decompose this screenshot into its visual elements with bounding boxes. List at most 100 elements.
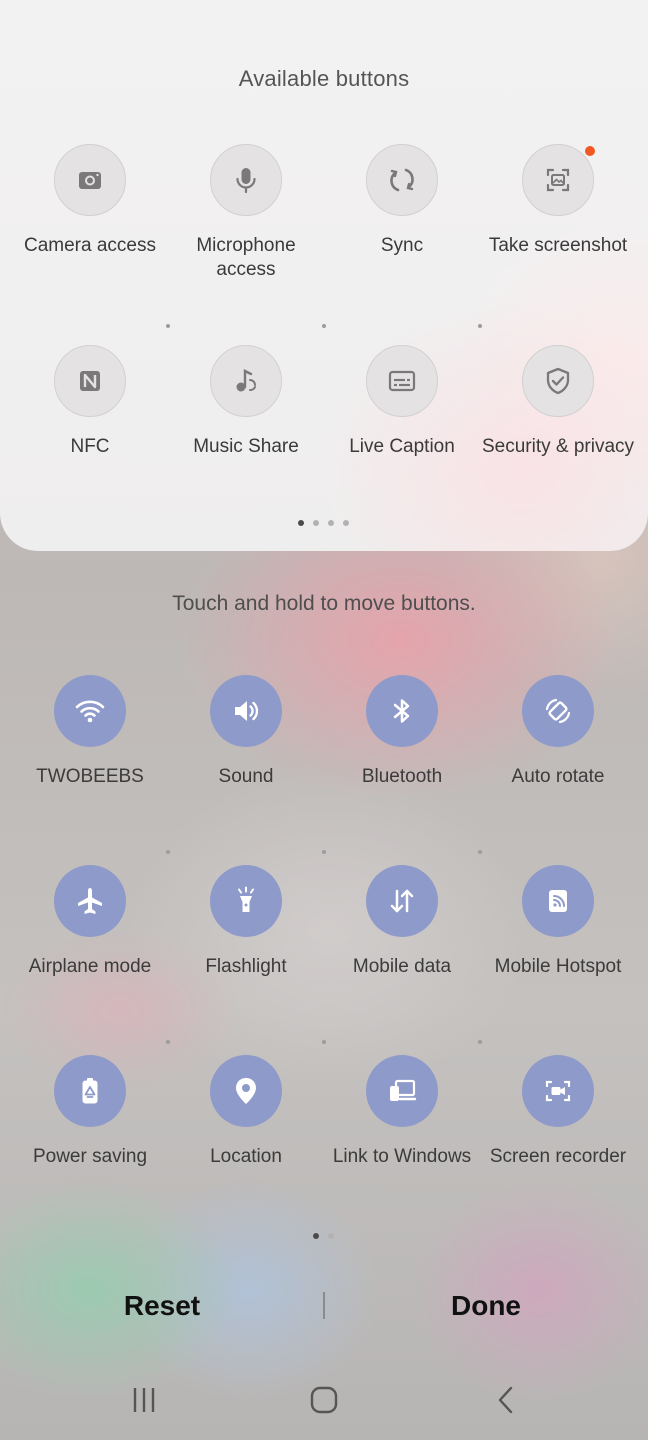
tile-wifi[interactable]: TWOBEEBS: [12, 675, 168, 789]
tile-label: Bluetooth: [361, 766, 443, 787]
power-saving-icon: [82, 1078, 98, 1104]
grid-separator: [322, 324, 326, 328]
home-icon: [310, 1386, 338, 1414]
tile-auto-rotate[interactable]: Auto rotate: [480, 675, 636, 789]
tile-power-saving[interactable]: Power saving: [12, 1055, 168, 1169]
page-dot[interactable]: [343, 520, 349, 526]
tile-circle: [210, 675, 282, 747]
tile-label: Flashlight: [205, 956, 287, 977]
move-buttons-hint: Touch and hold to move buttons.: [172, 592, 476, 615]
tile-circle: [366, 675, 438, 747]
action-bar: Reset Done: [0, 1282, 648, 1330]
screen-recorder-icon: [545, 1080, 571, 1102]
microphone-icon: [236, 168, 256, 194]
tile-live-caption[interactable]: Live Caption: [324, 345, 480, 459]
tile-flashlight[interactable]: Flashlight: [168, 865, 324, 979]
tile-sound[interactable]: Sound: [168, 675, 324, 789]
available-buttons-panel: Available buttons Camera access Micropho…: [0, 0, 648, 551]
tile-mobile-hotspot[interactable]: Mobile Hotspot: [480, 865, 636, 979]
tile-circle: [54, 345, 126, 417]
tile-music-share[interactable]: Music Share: [168, 345, 324, 459]
tile-label: Screen recorder: [489, 1146, 627, 1167]
tile-sync[interactable]: Sync: [324, 144, 480, 258]
back-icon: [498, 1386, 513, 1414]
nfc-icon: [80, 371, 100, 391]
tile-circle: [522, 675, 594, 747]
grid-separator: [322, 850, 326, 854]
new-badge: [585, 146, 595, 156]
action-divider: [323, 1292, 325, 1319]
speaker-icon: [235, 701, 259, 721]
reset-button[interactable]: Reset: [62, 1282, 262, 1330]
tile-nfc[interactable]: NFC: [12, 345, 168, 459]
camera-icon: [79, 172, 101, 189]
tile-link-to-windows[interactable]: Link to Windows: [324, 1055, 480, 1169]
tile-take-screenshot[interactable]: Take screenshot: [480, 144, 636, 258]
done-button[interactable]: Done: [386, 1282, 586, 1330]
link-to-windows-icon: [390, 1079, 417, 1101]
mobile-data-icon: [390, 889, 414, 913]
active-page-indicator: [313, 1233, 334, 1239]
tile-label: Take screenshot: [488, 235, 628, 256]
tile-circle: [210, 865, 282, 937]
sync-icon: [390, 168, 414, 192]
page-dot[interactable]: [313, 520, 319, 526]
page-dot[interactable]: [298, 520, 304, 526]
tile-security-privacy[interactable]: Security & privacy: [480, 345, 636, 459]
tile-label: TWOBEEBS: [36, 766, 144, 787]
wifi-icon: [75, 700, 105, 723]
recents-button[interactable]: [120, 1380, 168, 1420]
live-caption-icon: [388, 370, 416, 392]
music-share-icon: [236, 369, 256, 392]
airplane-icon: [78, 888, 102, 914]
tile-screen-recorder[interactable]: Screen recorder: [480, 1055, 636, 1169]
tile-circle: [366, 865, 438, 937]
tile-bluetooth[interactable]: Bluetooth: [324, 675, 480, 789]
grid-separator: [478, 324, 482, 328]
back-button[interactable]: [482, 1380, 530, 1420]
tile-label: Security & privacy: [481, 436, 635, 457]
tile-circle: [210, 345, 282, 417]
tile-label: Link to Windows: [332, 1146, 472, 1167]
page-dot[interactable]: [328, 520, 334, 526]
grid-separator: [166, 1040, 170, 1044]
tile-location[interactable]: Location: [168, 1055, 324, 1169]
grid-separator: [478, 1040, 482, 1044]
tile-circle: [522, 1055, 594, 1127]
tile-circle: [366, 345, 438, 417]
tile-label: Camera access: [24, 235, 156, 256]
navigation-bar: [0, 1370, 648, 1430]
tile-label: Sync: [380, 235, 424, 256]
tile-label: Sound: [218, 766, 274, 787]
tile-camera-access[interactable]: Camera access: [12, 144, 168, 258]
tile-label: Mobile data: [352, 956, 452, 977]
tile-circle: [366, 1055, 438, 1127]
tile-circle: [54, 144, 126, 216]
tile-circle: [522, 144, 595, 216]
tile-label: Power saving: [32, 1146, 148, 1167]
tile-circle: [210, 144, 282, 216]
available-page-indicator: [298, 520, 349, 526]
tile-label: Airplane mode: [28, 956, 152, 977]
grid-separator: [322, 1040, 326, 1044]
tile-airplane-mode[interactable]: Airplane mode: [12, 865, 168, 979]
page-dot[interactable]: [313, 1233, 319, 1239]
tile-circle: [54, 865, 126, 937]
hotspot-icon: [549, 890, 567, 912]
screenshot-icon: [546, 168, 570, 192]
tile-circle: [210, 1055, 282, 1127]
tile-label: Mobile Hotspot: [494, 956, 622, 977]
tile-circle: [54, 1055, 126, 1127]
tile-label: Live Caption: [349, 436, 455, 457]
page-dot[interactable]: [328, 1233, 334, 1239]
available-buttons-title: Available buttons: [238, 66, 410, 91]
tile-label: Location: [210, 1146, 282, 1167]
location-icon: [236, 1078, 256, 1104]
tile-mobile-data[interactable]: Mobile data: [324, 865, 480, 979]
tile-circle: [522, 865, 594, 937]
tile-label: NFC: [70, 436, 110, 457]
flashlight-icon: [238, 886, 254, 912]
tile-microphone-access[interactable]: Microphone access: [168, 144, 324, 282]
shield-check-icon: [546, 367, 570, 395]
home-button[interactable]: [300, 1380, 348, 1420]
